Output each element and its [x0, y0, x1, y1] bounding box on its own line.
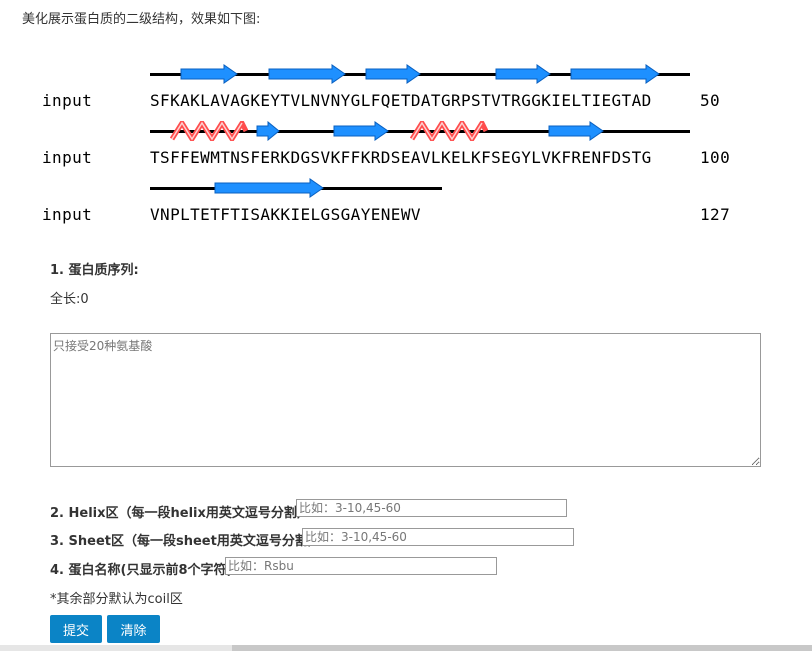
- sequence-name: input: [42, 91, 93, 110]
- sequence-end-index: 50: [700, 91, 721, 110]
- sheet-input[interactable]: [302, 528, 574, 546]
- coil-note: *其余部分默认为coil区: [50, 592, 183, 607]
- sheet-arrow: [268, 64, 346, 84]
- sequence-label: 1. 蛋白质序列:: [50, 263, 139, 278]
- protein-name-input[interactable]: [225, 557, 497, 575]
- sheet-arrow: [365, 64, 421, 84]
- horizontal-scrollbar-thumb[interactable]: [232, 645, 812, 651]
- sheet-arrow: [180, 64, 238, 84]
- intro-text: 美化展示蛋白质的二级结构，效果如下图:: [22, 12, 261, 27]
- submit-button[interactable]: 提交: [50, 615, 102, 643]
- sequence-row-1: input SFKAKLAVAGKEYTVLNVNYGLFQETDATGRPST…: [0, 64, 812, 122]
- sequence-end-index: 100: [700, 148, 731, 167]
- sequence-text: VNPLTETFTISAKKIELGSGAYENEWV: [150, 205, 421, 224]
- helix-input[interactable]: [296, 499, 567, 517]
- sheet-arrow: [214, 178, 324, 198]
- protein-name-label: 4. 蛋白名称(只显示前8个字符):: [50, 563, 238, 578]
- sequence-row-3: input VNPLTETFTISAKKIELGSGAYENEWV 127: [0, 178, 812, 236]
- sequence-name: input: [42, 148, 93, 167]
- clear-button[interactable]: 清除: [107, 615, 160, 643]
- sheet-arrow: [570, 64, 660, 84]
- sheet-arrow: [495, 64, 551, 84]
- sequence-row-2: input TSFFEWMTNSFERKDGSVKFFKRDSEAVLKELKF…: [0, 121, 812, 179]
- sequence-textarea[interactable]: [50, 333, 761, 467]
- sequence-name: input: [42, 205, 93, 224]
- sequence-end-index: 127: [700, 205, 731, 224]
- helix-coil: [410, 121, 488, 141]
- sheet-arrow: [548, 121, 604, 141]
- sequence-text: SFKAKLAVAGKEYTVLNVNYGLFQETDATGRPSTVTRGGK…: [150, 91, 652, 110]
- sheet-label: 3. Sheet区（每一段sheet用英文逗号分割）:: [50, 534, 327, 549]
- helix-coil: [170, 121, 248, 141]
- length-indicator: 全长:0: [50, 292, 89, 307]
- sheet-arrow: [256, 121, 280, 141]
- sequence-text: TSFFEWMTNSFERKDGSVKFFKRDSEAVLKELKFSEGYLV…: [150, 148, 652, 167]
- helix-label: 2. Helix区（每一段helix用英文逗号分割）:: [50, 506, 316, 521]
- sheet-arrow: [333, 121, 389, 141]
